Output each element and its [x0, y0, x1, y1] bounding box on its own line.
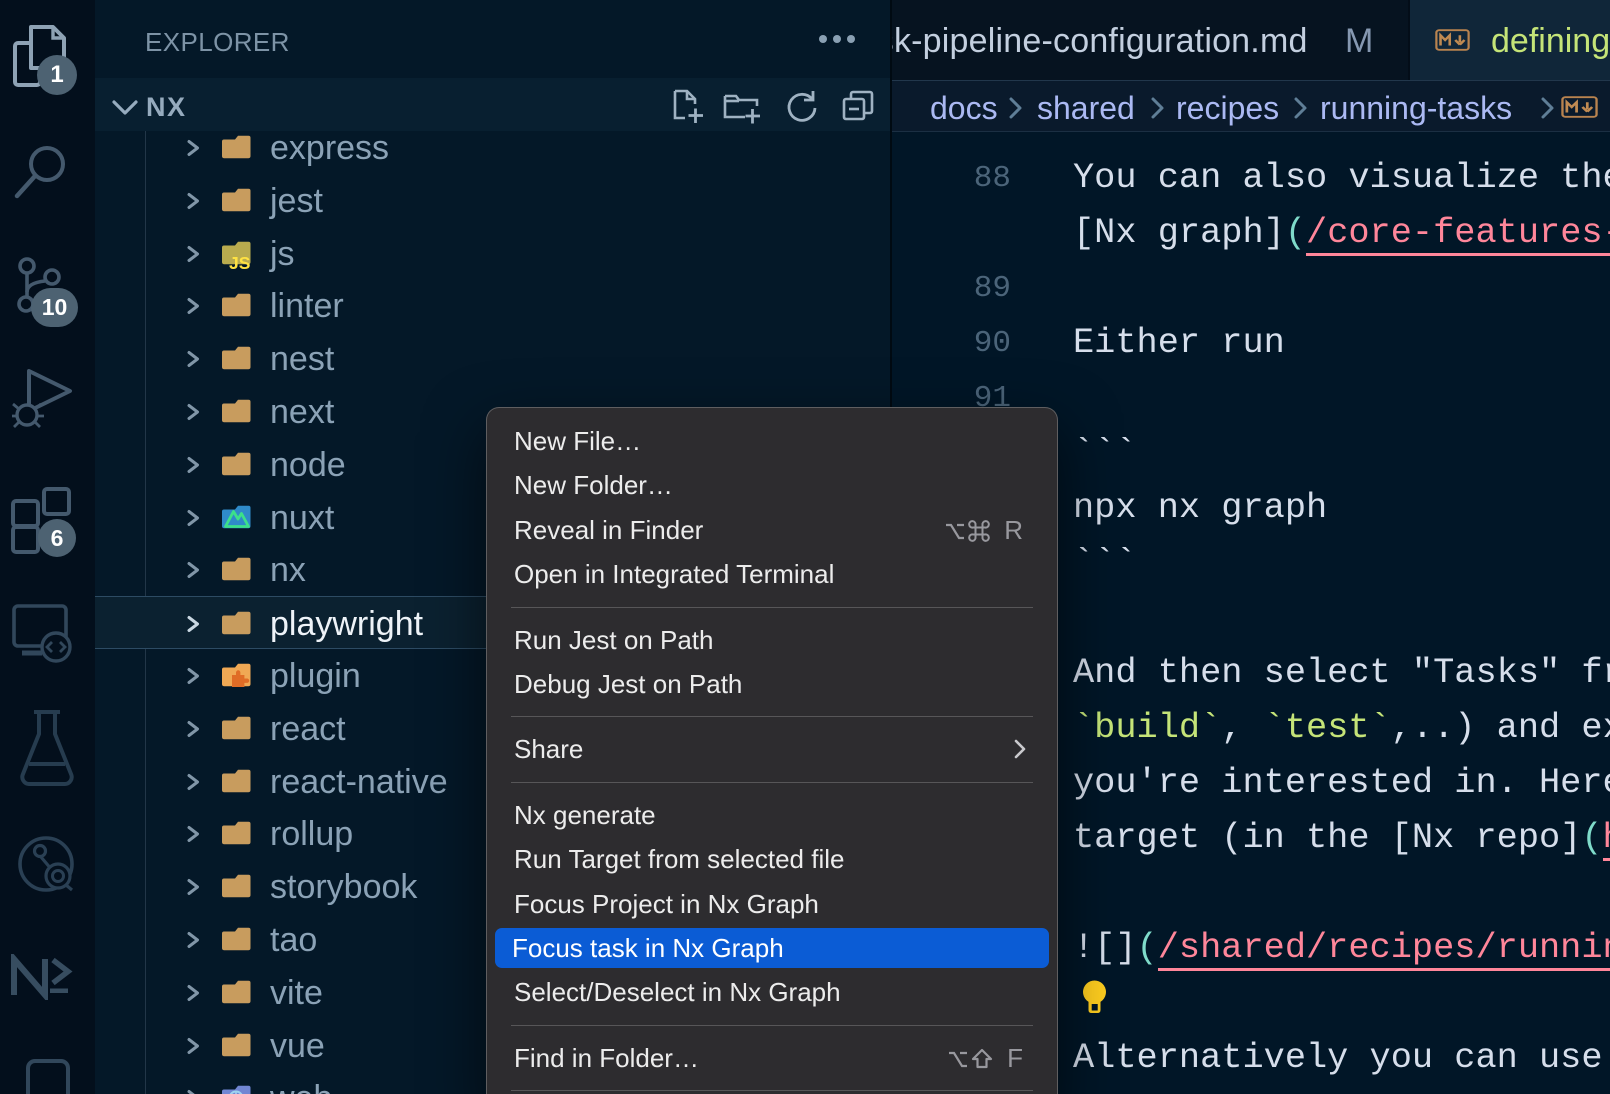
- svg-text:JS: JS: [229, 253, 250, 273]
